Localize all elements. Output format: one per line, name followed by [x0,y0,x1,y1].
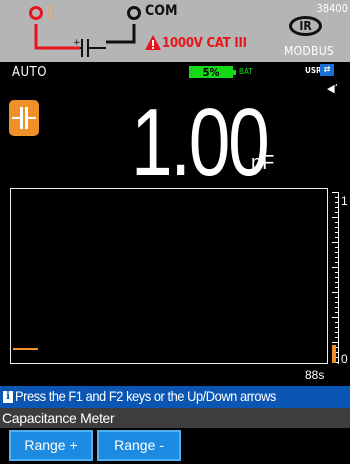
warning-icon [145,35,161,50]
voltage-rating: 1000V CAT III [162,36,247,51]
scale-bar [332,192,340,364]
scale-tick [335,222,339,223]
scale-tick [335,332,339,333]
info-icon: i [3,391,13,403]
scale-tick [335,207,339,208]
battery-label: BAT [239,67,253,76]
capacitor-lead-right [26,117,36,119]
scale-tick [335,272,339,273]
scale-tick [335,297,339,298]
scale-tick [335,322,339,323]
red-terminal-label: || [47,5,56,20]
com-terminal [127,6,141,20]
battery-icon: 5% [189,66,233,79]
com-terminal-label: COM [145,3,178,19]
scale-tick [332,342,339,343]
meter-name: Capacitance Meter [2,410,115,426]
svg-text:+: + [73,38,81,48]
protocol-label: MODBUS [284,44,335,58]
connection-header: + || COM 1000V CAT III 38400 IR MODBUS [0,0,350,62]
scale-tick [335,262,339,263]
scale-tick [335,212,339,213]
scale-max-label: 1 [341,194,348,208]
trend-graph [10,188,328,364]
scale-indicator [332,345,336,363]
scale-tick [332,317,339,318]
scale-tick [335,247,339,248]
capacitor-icon[interactable] [9,100,39,136]
meter-name-bar: Capacitance Meter [0,408,350,428]
battery-percent: 5% [202,66,220,79]
scale-tick [335,227,339,228]
scale-tick [335,312,339,313]
usb-icon: ⇄ [320,64,334,76]
scale-tick [332,217,339,218]
scale-tick [335,197,339,198]
red-terminal [29,6,43,20]
scale-tick [332,267,339,268]
scale-min-label: 0 [341,352,348,366]
scale-tick [332,242,339,243]
time-window-label: 88s [305,368,325,382]
range-minus-button[interactable]: Range - [97,430,181,461]
scale-tick [335,302,339,303]
battery-tip [233,70,236,75]
capacitor-plate-left [20,107,23,129]
range-mode-label: AUTO [12,65,47,80]
scale-tick [335,232,339,233]
info-bar: i Press the F1 and F2 keys or the Up/Dow… [0,386,350,408]
sound-off-icon: ◀ʼ [327,82,338,95]
measurement-unit: nF [251,152,275,174]
graph-trace [13,348,38,350]
scale-tick [335,337,339,338]
ir-icon: IR [289,16,322,36]
scale-tick [335,257,339,258]
model-number: 38400 [316,2,348,15]
measurement-value: 1.00 [131,89,270,196]
scale-tick [335,202,339,203]
scale-tick [332,192,339,193]
scale-tick [335,307,339,308]
scale-tick [335,252,339,253]
softkey-bar: Range + Range - [0,428,350,464]
scale-tick [335,237,339,238]
scale-tick [335,327,339,328]
scale-tick [335,277,339,278]
scale-tick [335,282,339,283]
range-plus-button[interactable]: Range + [9,430,93,461]
scale-tick [332,292,339,293]
scale-tick [335,287,339,288]
info-text: Press the F1 and F2 keys or the Up/Down … [15,388,276,404]
